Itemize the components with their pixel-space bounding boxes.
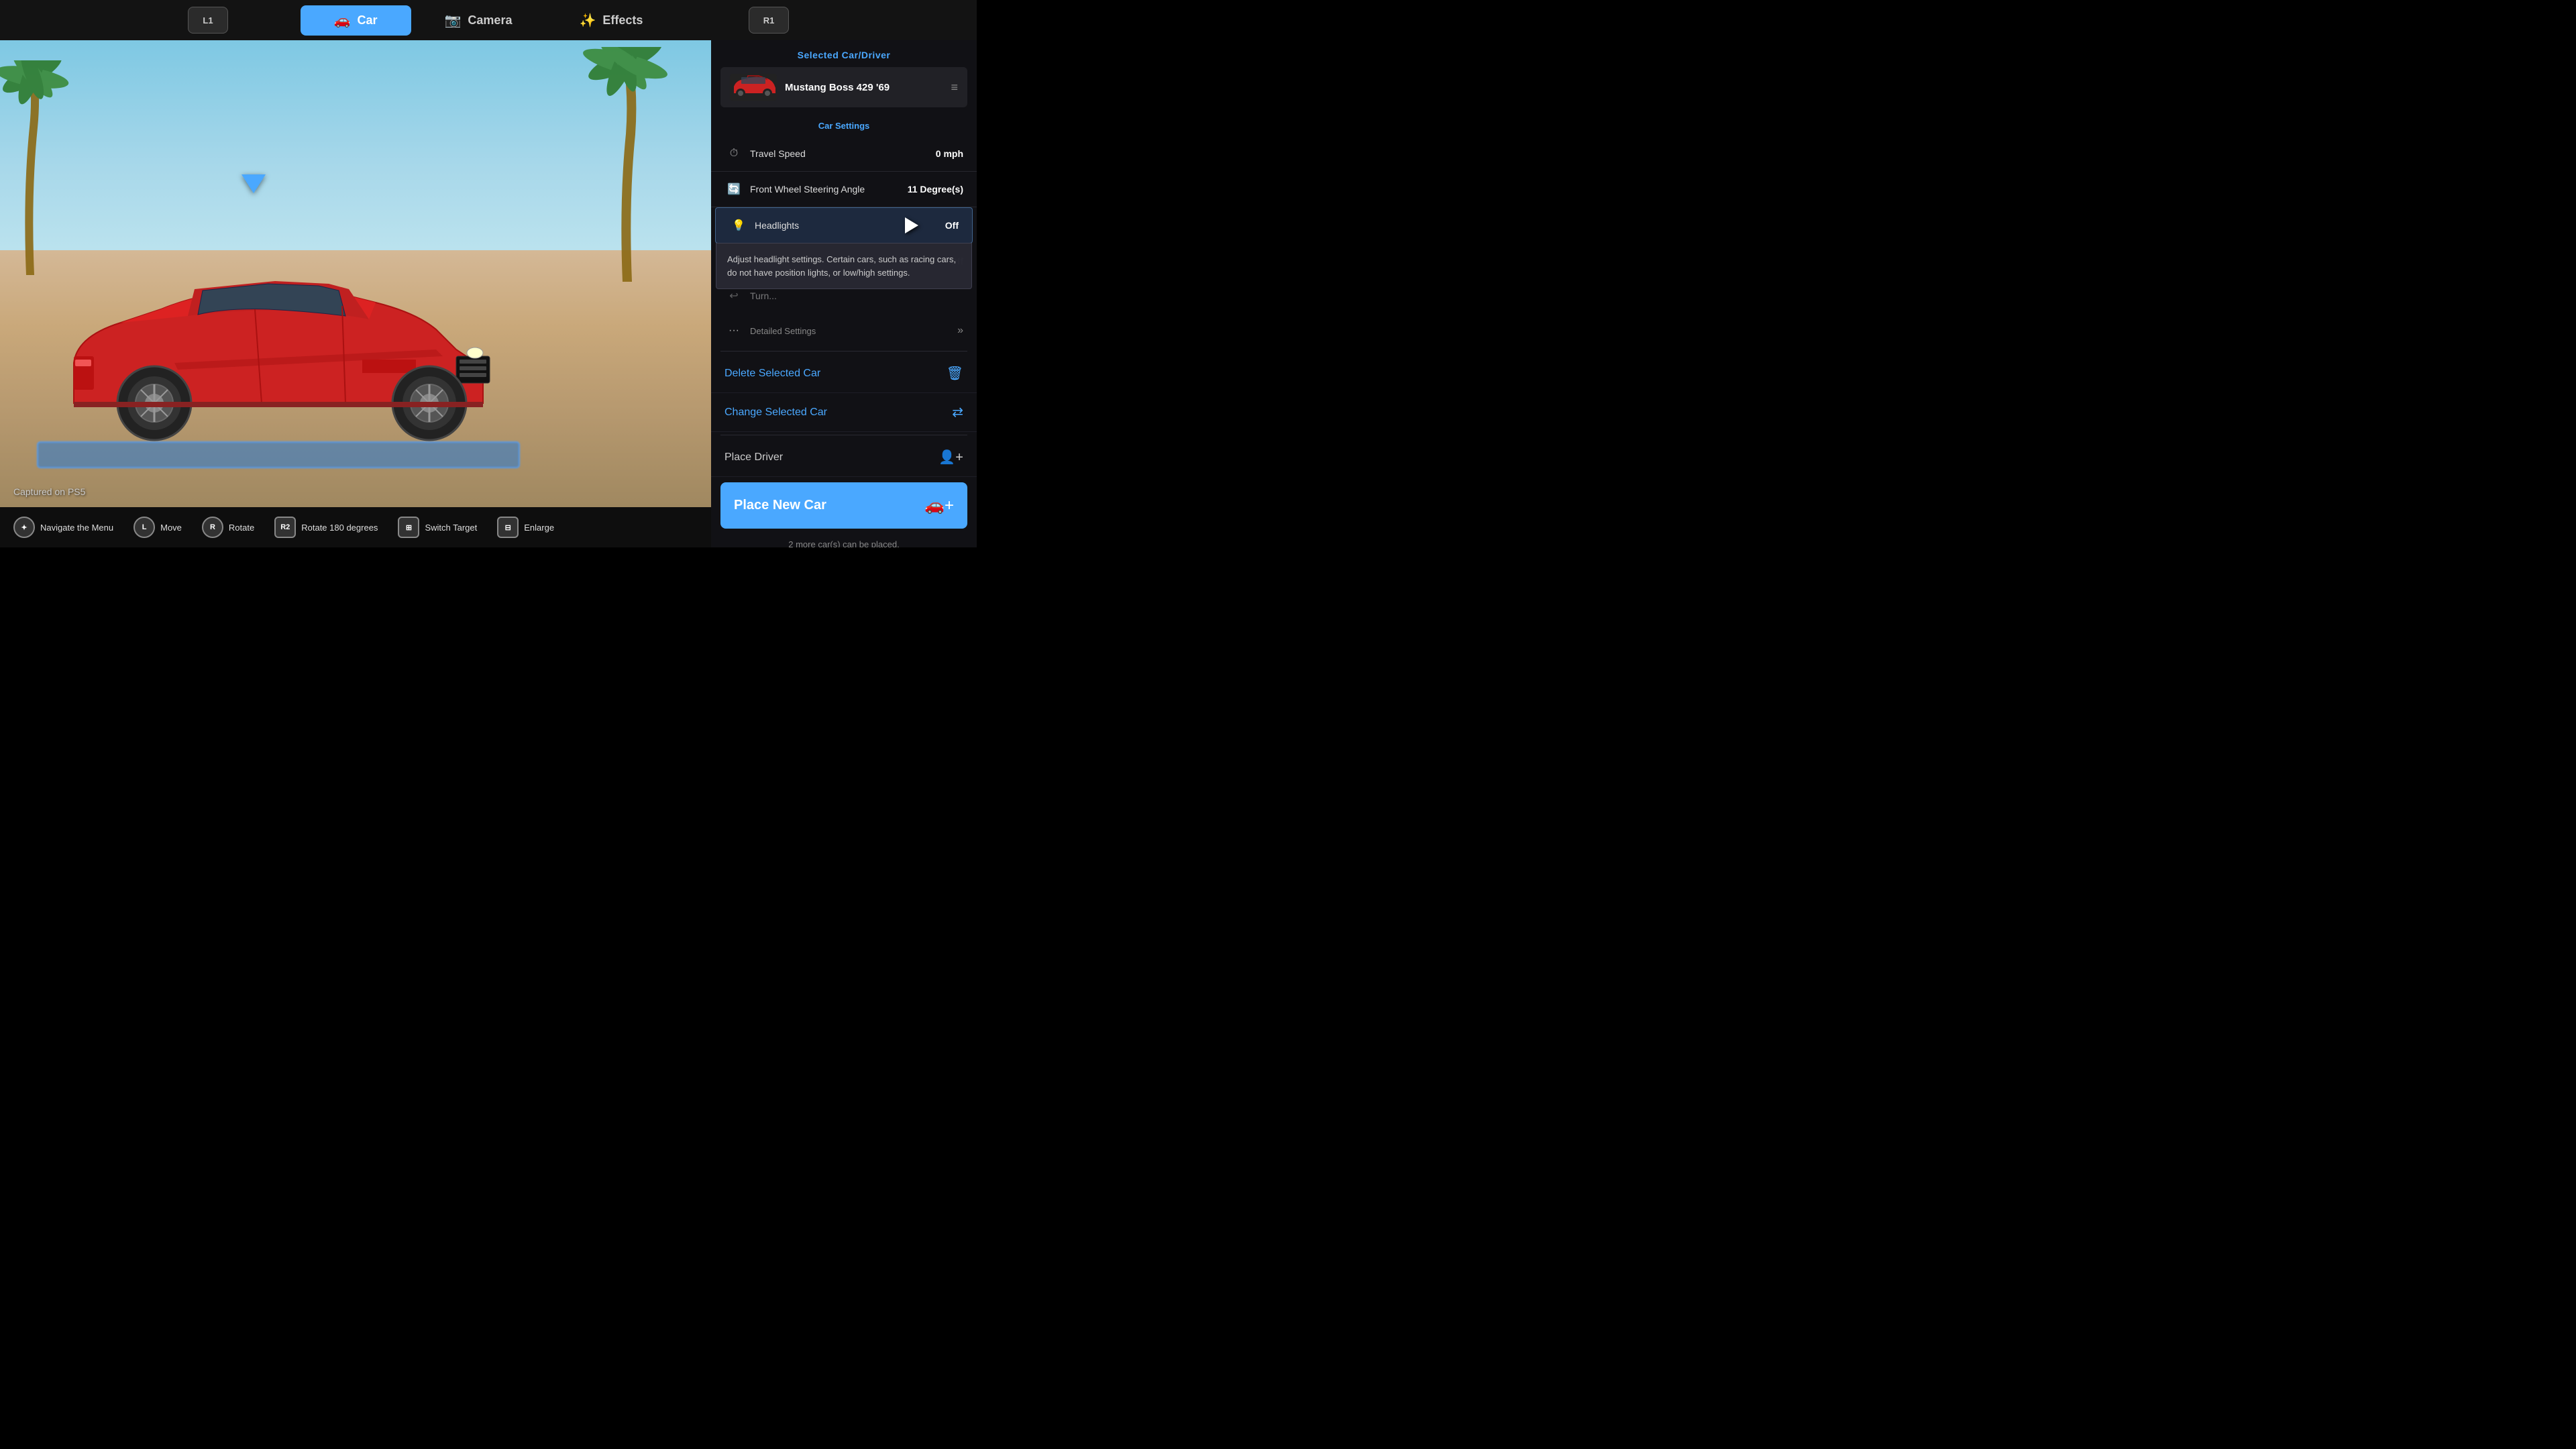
enlarge-btn-icon: ⊟ xyxy=(497,517,519,538)
steering-row[interactable]: 🔄 Front Wheel Steering Angle 11 Degree(s… xyxy=(711,172,977,207)
enlarge-label: Enlarge xyxy=(524,523,554,533)
switch-control[interactable]: ⊞ Switch Target xyxy=(398,517,477,538)
tab-car[interactable]: 🚗 Car xyxy=(301,5,411,36)
camera-tab-icon: 📷 xyxy=(445,12,462,29)
headlights-tooltip: Adjust headlight settings. Certain cars,… xyxy=(716,243,972,289)
navigate-control[interactable]: ✦ Navigate the Menu xyxy=(13,517,113,538)
place-driver-label: Place Driver xyxy=(724,451,938,464)
selected-car-title: Selected Car/Driver xyxy=(711,40,977,67)
main-scene: Captured on PS5 xyxy=(0,40,711,507)
steering-icon: 🔄 xyxy=(724,180,743,199)
enlarge-control[interactable]: ⊟ Enlarge xyxy=(497,517,554,538)
delete-icon: 🗑 xyxy=(947,365,963,382)
delete-car-button[interactable]: Delete Selected Car 🗑 xyxy=(711,354,977,393)
rotate-label: Rotate xyxy=(229,523,254,533)
steering-label: Front Wheel Steering Angle xyxy=(750,184,908,195)
bottom-controls: ✦ Navigate the Menu L Move R Rotate R2 R… xyxy=(0,507,711,547)
tab-effects[interactable]: ✨ Effects xyxy=(545,5,676,36)
headlights-row[interactable]: 💡 Headlights Off Adjust headlight settin… xyxy=(715,207,973,244)
change-icon: ⇄ xyxy=(952,404,963,421)
change-car-button[interactable]: Change Selected Car ⇄ xyxy=(711,393,977,432)
headlights-value: Off xyxy=(945,220,959,231)
car-card[interactable]: Mustang Boss 429 '69 ≡ xyxy=(720,67,967,107)
travel-speed-row[interactable]: ⏱ Travel Speed 0 mph xyxy=(711,136,977,172)
navigate-label: Navigate the Menu xyxy=(40,523,113,533)
place-new-car-icon: 🚗+ xyxy=(924,496,954,515)
detailed-settings-label: Detailed Settings xyxy=(750,326,957,336)
rotate-btn-icon: R xyxy=(202,517,223,538)
car-thumbnail xyxy=(730,74,777,101)
car-display xyxy=(27,215,530,470)
place-new-car-label: Place New Car xyxy=(734,498,924,513)
turn-icon: ↩ xyxy=(724,286,743,305)
rotate180-label: Rotate 180 degrees xyxy=(301,523,378,533)
car-settings-title: Car Settings xyxy=(711,115,977,136)
move-label: Move xyxy=(160,523,182,533)
rotate180-control[interactable]: R2 Rotate 180 degrees xyxy=(274,517,378,538)
speed-icon: ⏱ xyxy=(724,144,743,163)
steering-value: 11 Degree(s) xyxy=(908,184,963,195)
turn-label: Turn... xyxy=(750,290,963,301)
headlights-icon: 💡 xyxy=(729,216,748,235)
switch-btn-icon: ⊞ xyxy=(398,517,419,538)
place-driver-icon: 👤+ xyxy=(938,449,963,466)
detailed-settings-row[interactable]: ··· Detailed Settings » xyxy=(711,313,977,348)
capture-credit: Captured on PS5 xyxy=(13,486,85,497)
dots-icon: ··· xyxy=(724,321,743,340)
more-cars-info: 2 more car(s) can be placed. xyxy=(711,534,977,547)
car-name-label: Mustang Boss 429 '69 xyxy=(785,82,943,93)
palm-tree-right xyxy=(577,47,671,282)
r1-button[interactable]: R1 xyxy=(749,7,789,34)
switch-label: Switch Target xyxy=(425,523,477,533)
car-tab-icon: 🚗 xyxy=(334,12,351,29)
nav-tabs: 🚗 Car 📷 Camera ✨ Effects xyxy=(301,5,677,36)
navigation-arrow xyxy=(241,174,266,193)
right-panel: Selected Car/Driver Mustang Boss 429 '69… xyxy=(711,40,977,547)
change-car-label: Change Selected Car xyxy=(724,407,952,419)
chevron-right-icon: » xyxy=(957,325,963,337)
tab-camera[interactable]: 📷 Camera xyxy=(411,5,546,36)
effects-tab-icon: ✨ xyxy=(579,12,596,29)
cursor-icon xyxy=(905,217,918,233)
camera-tab-label: Camera xyxy=(468,13,512,28)
place-new-car-button[interactable]: Place New Car 🚗+ xyxy=(720,482,967,529)
rotate-control[interactable]: R Rotate xyxy=(202,517,254,538)
top-navigation: L1 🚗 Car 📷 Camera ✨ Effects R1 xyxy=(0,0,977,40)
l1-button[interactable]: L1 xyxy=(188,7,228,34)
delete-car-label: Delete Selected Car xyxy=(724,368,947,380)
car-tab-label: Car xyxy=(358,13,378,28)
effects-tab-label: Effects xyxy=(602,13,643,28)
divider-1 xyxy=(720,351,967,352)
place-driver-button[interactable]: Place Driver 👤+ xyxy=(711,438,977,477)
travel-speed-value: 0 mph xyxy=(936,148,963,159)
navigate-btn-icon: ✦ xyxy=(13,517,35,538)
move-control[interactable]: L Move xyxy=(133,517,182,538)
car-menu-icon[interactable]: ≡ xyxy=(951,80,958,95)
travel-speed-label: Travel Speed xyxy=(750,148,936,159)
rotate180-btn-icon: R2 xyxy=(274,517,296,538)
move-btn-icon: L xyxy=(133,517,155,538)
